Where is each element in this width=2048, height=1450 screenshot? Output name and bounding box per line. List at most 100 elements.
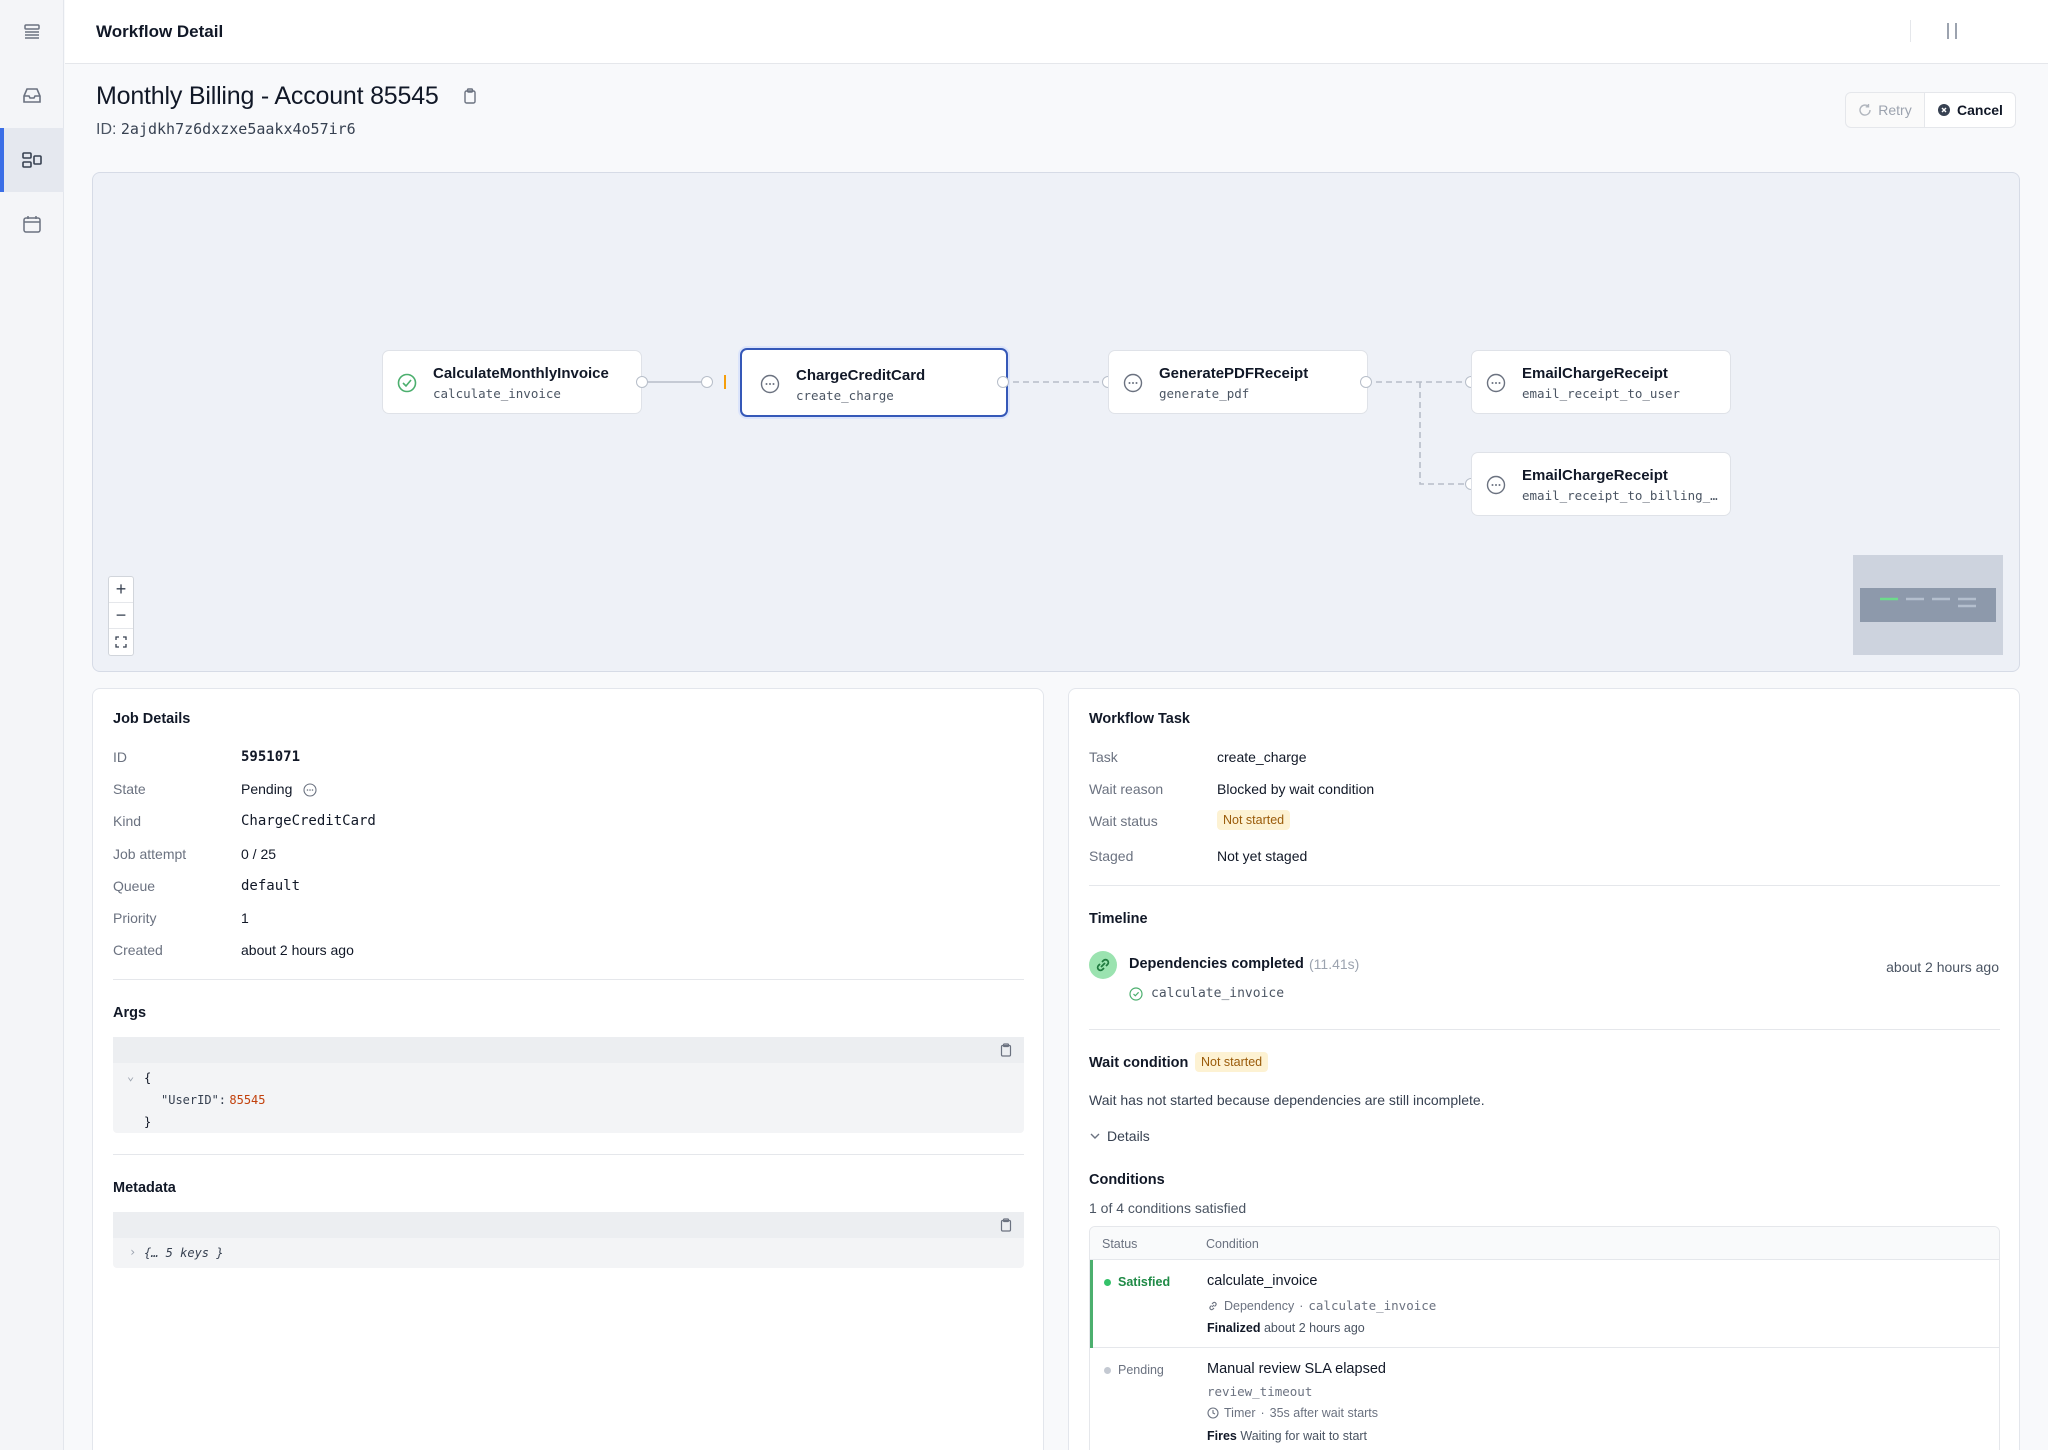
node-output-handle[interactable] bbox=[636, 376, 648, 388]
fit-view-icon bbox=[115, 636, 127, 648]
node-key: generate_pdf bbox=[1159, 386, 1250, 401]
staged-value: Not yet staged bbox=[1217, 848, 1308, 864]
json-brace-open: { bbox=[144, 1071, 152, 1085]
workflow-header: Monthly Billing - Account 85545 ID: 2ajd… bbox=[65, 64, 2048, 156]
inbox-icon[interactable] bbox=[0, 64, 64, 128]
condition-note-value: about 2 hours ago bbox=[1263, 1321, 1365, 1335]
details-toggle[interactable]: Details bbox=[1089, 1128, 1150, 1144]
chevron-down-icon bbox=[1090, 1133, 1100, 1139]
condition-type: Dependency bbox=[1224, 1298, 1295, 1313]
col-status: Status bbox=[1102, 1237, 1138, 1251]
node-output-handle[interactable] bbox=[997, 376, 1009, 388]
args-code-block: ⌄ { "UserID": 85545 } bbox=[113, 1037, 1024, 1133]
minimap[interactable] bbox=[1853, 555, 2003, 655]
copy-icon[interactable] bbox=[463, 88, 477, 108]
fit-view-button[interactable] bbox=[109, 629, 133, 655]
condition-type: Timer bbox=[1224, 1406, 1256, 1420]
task-value: create_charge bbox=[1217, 749, 1307, 765]
divider bbox=[113, 979, 1024, 980]
condition-meta: Dependency · calculate_invoice bbox=[1207, 1298, 1436, 1313]
workflows-icon[interactable] bbox=[0, 128, 64, 192]
condition-note: Fires Waiting for wait to start bbox=[1207, 1429, 1367, 1443]
pending-icon bbox=[1486, 475, 1506, 499]
calendar-icon[interactable] bbox=[0, 192, 64, 256]
job-field-label: State bbox=[113, 781, 146, 797]
retry-button[interactable]: Retry bbox=[1845, 92, 1925, 128]
node-key: calculate_invoice bbox=[433, 386, 561, 401]
condition-note: Finalized about 2 hours ago bbox=[1207, 1321, 1365, 1335]
condition-note-label: Fires bbox=[1207, 1429, 1237, 1443]
clock-icon bbox=[1207, 1407, 1219, 1419]
job-attempt-value: 0 / 25 bbox=[241, 846, 277, 862]
timeline-duration: (11.41s) bbox=[1309, 956, 1360, 972]
graph-node-selected[interactable]: ChargeCreditCard create_charge bbox=[740, 348, 1008, 417]
cancel-label: Cancel bbox=[1957, 102, 2003, 118]
timeline-dependency: calculate_invoice bbox=[1151, 986, 1285, 1001]
graph-node[interactable]: EmailChargeReceipt email_receipt_to_bill… bbox=[1471, 452, 1731, 516]
job-priority-value: 1 bbox=[241, 910, 249, 926]
status-dot bbox=[1104, 1366, 1111, 1374]
job-field-label: Job attempt bbox=[113, 846, 187, 862]
minimap-nodes bbox=[1880, 597, 1976, 608]
task-field-label: Task bbox=[1089, 749, 1118, 765]
node-key: email_receipt_to_user bbox=[1522, 386, 1681, 401]
workflow-title: Monthly Billing - Account 85545 bbox=[96, 82, 439, 110]
workflow-graph[interactable]: 11s CalculateMonthlyInvoice calculate_in… bbox=[92, 172, 2020, 672]
node-name: EmailChargeReceipt bbox=[1522, 365, 1668, 382]
cancel-button[interactable]: Cancel bbox=[1924, 92, 2016, 128]
divider bbox=[1089, 885, 2000, 886]
wait-description: Wait has not started because dependencie… bbox=[1089, 1092, 1485, 1108]
divider bbox=[1910, 20, 1911, 42]
cancel-icon bbox=[1938, 104, 1951, 116]
job-details-panel: Job Details ID 5951071 State Pending Kin… bbox=[92, 688, 1044, 1450]
graph-node[interactable]: GeneratePDFReceipt generate_pdf bbox=[1108, 350, 1368, 414]
node-key: email_receipt_to_billing_… bbox=[1522, 488, 1718, 503]
workflow-task-panel: Workflow Task Task create_charge Wait re… bbox=[1068, 688, 2020, 1450]
graph-node[interactable]: CalculateMonthlyInvoice calculate_invoic… bbox=[382, 350, 642, 414]
conditions-table: Status Condition Satisfied calculate_inv… bbox=[1089, 1226, 2000, 1450]
condition-ref: calculate_invoice bbox=[1308, 1298, 1437, 1313]
link-icon bbox=[1089, 951, 1117, 979]
divider bbox=[113, 1154, 1024, 1155]
node-output-handle[interactable] bbox=[1360, 376, 1372, 388]
pending-icon bbox=[1123, 373, 1143, 397]
metadata-summary[interactable]: {… 5 keys } bbox=[144, 1246, 223, 1260]
task-field-label: Wait reason bbox=[1089, 781, 1164, 797]
job-field-label: Kind bbox=[113, 813, 142, 829]
code-toolbar bbox=[113, 1212, 1024, 1238]
expand-chevron-icon[interactable]: › bbox=[129, 1245, 136, 1259]
status-satisfied: Satisfied bbox=[1104, 1275, 1170, 1289]
node-input-handle[interactable] bbox=[701, 376, 713, 388]
zoom-out-button[interactable]: − bbox=[109, 603, 133, 629]
task-field-label: Staged bbox=[1089, 848, 1134, 864]
condition-row: Satisfied calculate_invoice Dependency ·… bbox=[1090, 1260, 1999, 1348]
zoom-in-button[interactable]: + bbox=[109, 577, 133, 603]
link-icon bbox=[1209, 1301, 1217, 1310]
sidebar bbox=[0, 0, 64, 1450]
node-name: CalculateMonthlyInvoice bbox=[433, 365, 609, 382]
timeline-event: Dependencies completed bbox=[1129, 956, 1304, 972]
check-circle-icon bbox=[397, 373, 417, 397]
graph-node[interactable]: EmailChargeReceipt email_receipt_to_user bbox=[1471, 350, 1731, 414]
col-condition: Condition bbox=[1206, 1237, 1259, 1251]
metadata-title: Metadata bbox=[113, 1180, 176, 1196]
metadata-code-block: › {… 5 keys } bbox=[113, 1212, 1024, 1268]
pause-icon[interactable] bbox=[1945, 22, 1959, 44]
minimap-viewport bbox=[1860, 588, 1996, 622]
graph-edges bbox=[641, 375, 1471, 485]
copy-icon[interactable] bbox=[1000, 1043, 1012, 1057]
job-id-value: 5951071 bbox=[241, 749, 301, 765]
conditions-summary: 1 of 4 conditions satisfied bbox=[1089, 1200, 1247, 1216]
job-field-label: ID bbox=[113, 749, 127, 765]
pending-icon bbox=[1486, 373, 1506, 397]
condition-note-value: Waiting for wait to start bbox=[1240, 1429, 1368, 1443]
copy-icon[interactable] bbox=[1000, 1218, 1012, 1232]
timeline-time: about 2 hours ago bbox=[1886, 959, 1999, 975]
node-name: EmailChargeReceipt bbox=[1522, 467, 1668, 484]
condition-ref: 35s after wait starts bbox=[1269, 1406, 1379, 1420]
collapse-chevron-icon[interactable]: ⌄ bbox=[127, 1069, 134, 1083]
conditions-title: Conditions bbox=[1089, 1172, 1165, 1188]
workflow-id-value: 2ajdkh7z6dxzxe5aakx4o57ir6 bbox=[120, 120, 356, 138]
json-key: "UserID": bbox=[161, 1093, 227, 1107]
menu-icon[interactable] bbox=[0, 0, 64, 64]
